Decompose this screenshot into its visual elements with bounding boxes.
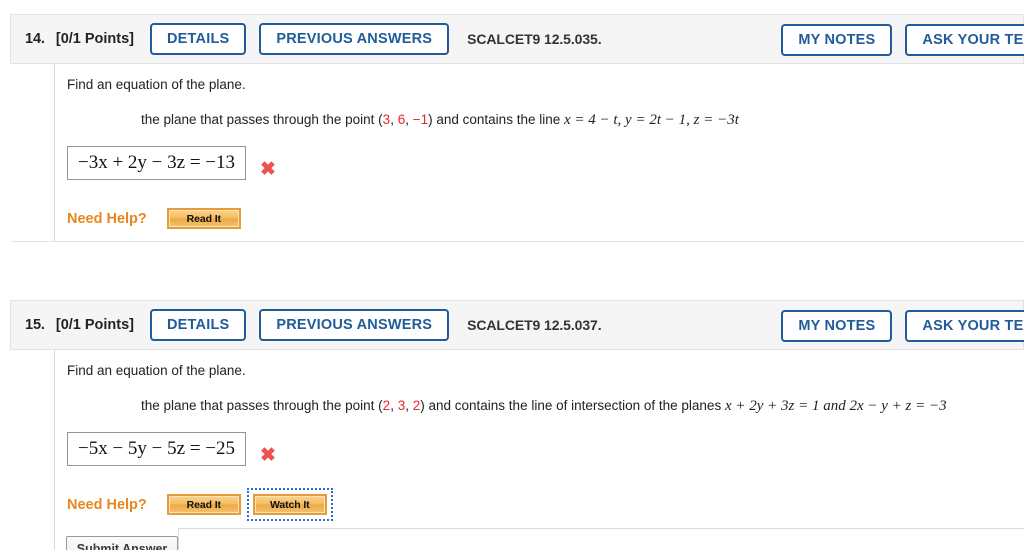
subprompt-lead-15: the plane that passes through the point … (141, 398, 383, 414)
point-z-14: −1 (412, 112, 429, 128)
body-left-rule (54, 505, 55, 550)
incorrect-icon-14: ✖ (260, 158, 276, 180)
incorrect-icon-15: ✖ (260, 444, 276, 466)
question-subprompt-14: the plane that passes through the point … (141, 110, 1024, 130)
my-notes-button-15[interactable]: MY NOTES (781, 310, 893, 342)
answer-input-14[interactable]: −3x + 2y − 3z = −13 (67, 146, 247, 181)
need-help-label-14: Need Help? (67, 210, 147, 227)
details-button-15[interactable]: DETAILS (150, 309, 247, 341)
line-equation-14: x = 4 − t, y = 2t − 1, z = −3t (563, 112, 739, 129)
question-code-15: SCALCET9 12.5.037. (467, 317, 602, 333)
header-right-actions-14: MY NOTES ASK YOUR TEACHER (781, 24, 1024, 56)
previous-answers-button-14[interactable]: PREVIOUS ANSWERS (259, 23, 450, 55)
question-code-14: SCALCET9 12.5.035. (467, 31, 602, 47)
point-sep1-14: , (390, 112, 398, 128)
question-body-14: Find an equation of the plane. the plane… (11, 64, 1024, 242)
previous-answers-button-15[interactable]: PREVIOUS ANSWERS (259, 309, 450, 341)
subprompt-lead-14: the plane that passes through the point … (141, 112, 383, 128)
question-points-14: [0/1 Points] (55, 31, 135, 47)
point-sep2-15: , (405, 398, 413, 414)
point-sep1-15: , (390, 398, 398, 414)
read-it-button-wrap-15: Read It (161, 488, 247, 521)
header-right-actions-15: MY NOTES ASK YOUR TEACHER (781, 310, 1024, 342)
answer-row-15: −5x − 5y − 5z = −25 ✖ (67, 432, 1024, 467)
question-block-14: 14. [0/1 Points] DETAILS PREVIOUS ANSWER… (10, 14, 1024, 242)
question-number-15: 15. (25, 317, 45, 333)
need-help-row-15: Need Help? Read It Watch It (67, 488, 1024, 522)
read-it-button-14[interactable]: Read It (166, 208, 241, 230)
answer-input-15[interactable]: −5x − 5y − 5z = −25 (67, 432, 247, 467)
need-help-label-15: Need Help? (67, 496, 147, 513)
answer-row-14: −3x + 2y − 3z = −13 ✖ (67, 146, 1024, 181)
question-prompt-14: Find an equation of the plane. (67, 77, 246, 92)
question-prompt-15: Find an equation of the plane. (67, 363, 246, 378)
ask-your-teacher-button-15[interactable]: ASK YOUR TEACHER (905, 310, 1024, 342)
question-points-15: [0/1 Points] (55, 317, 135, 333)
details-button-14[interactable]: DETAILS (150, 23, 247, 55)
question-subprompt-15: the plane that passes through the point … (141, 396, 1024, 416)
read-it-button-wrap-14: Read It (161, 202, 247, 235)
submit-answer-button[interactable]: Submit Answer (66, 536, 178, 550)
question-number-14: 14. (25, 31, 45, 47)
question-divider-14 (11, 241, 1024, 242)
question-body-15: Find an equation of the plane. the plane… (54, 350, 1024, 550)
ask-your-teacher-button-14[interactable]: ASK YOUR TEACHER (905, 24, 1024, 56)
watch-it-button-15[interactable]: Watch It (252, 494, 327, 516)
line-equation-15: x + 2y + 3z = 1 and 2x − y + z = −3 (724, 398, 947, 415)
assignment-page: 14. [0/1 Points] DETAILS PREVIOUS ANSWER… (0, 0, 1024, 550)
answer-panel-border (178, 528, 1024, 550)
my-notes-button-14[interactable]: MY NOTES (781, 24, 893, 56)
need-help-row-14: Need Help? Read It (67, 202, 1024, 235)
subprompt-mid-15: ) and contains the line of intersection … (420, 398, 725, 414)
read-it-button-15[interactable]: Read It (166, 494, 241, 516)
question-header-14: 14. [0/1 Points] DETAILS PREVIOUS ANSWER… (10, 14, 1024, 64)
subprompt-mid-14: ) and contains the line (428, 112, 564, 128)
question-header-15: 15. [0/1 Points] DETAILS PREVIOUS ANSWER… (10, 300, 1024, 350)
point-sep2-14: , (405, 112, 413, 128)
watch-it-button-wrap-15: Watch It (246, 488, 333, 522)
question-block-15: 15. [0/1 Points] DETAILS PREVIOUS ANSWER… (10, 300, 1024, 550)
